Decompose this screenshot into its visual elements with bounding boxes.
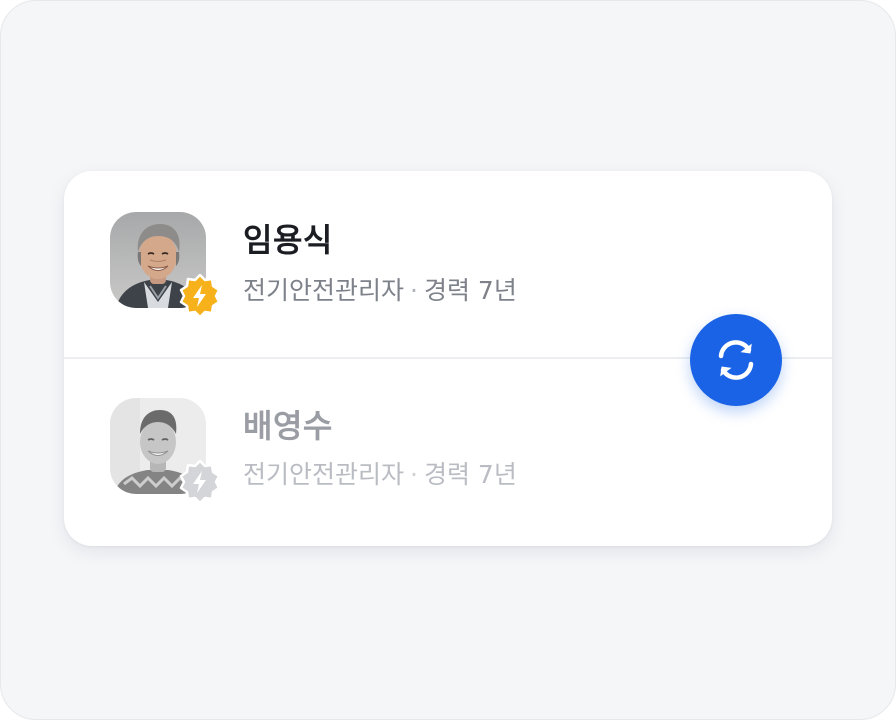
profile-name: 임용식 xyxy=(243,221,333,259)
profile-role: 전기안전관리자 xyxy=(243,276,405,305)
lightning-icon xyxy=(179,274,221,318)
profile-avatar-group xyxy=(110,212,221,322)
profile-avatar-group xyxy=(110,398,221,508)
profile-meta: 전기안전관리자 · 경력 7년 xyxy=(243,271,517,307)
lightning-icon xyxy=(179,460,221,504)
profile-meta: 전기안전관리자 · 경력 7년 xyxy=(243,455,517,491)
meta-separator: · xyxy=(410,460,418,489)
refresh-icon xyxy=(718,340,754,380)
profile-experience: 경력 7년 xyxy=(423,460,517,489)
profile-name: 배영수 xyxy=(243,407,333,445)
meta-separator: · xyxy=(410,276,418,305)
profile-experience: 경력 7년 xyxy=(423,276,517,305)
swap-profile-button[interactable] xyxy=(690,314,782,406)
profile-role: 전기안전관리자 xyxy=(243,460,405,489)
